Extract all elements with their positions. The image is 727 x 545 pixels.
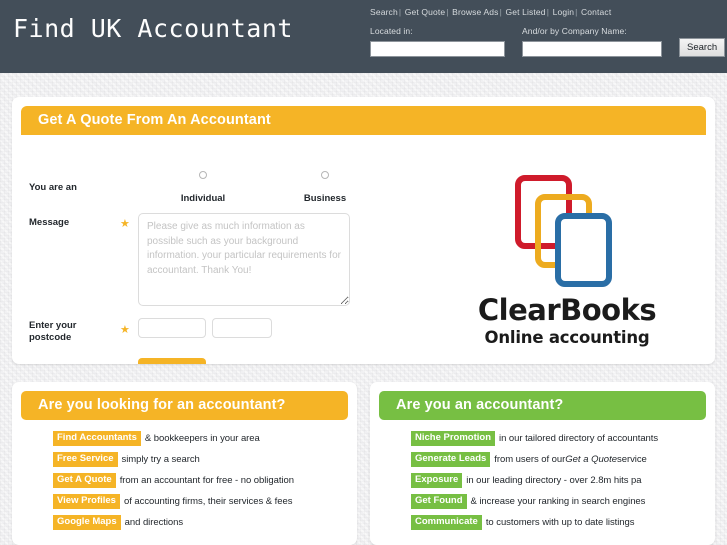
nav-link-login[interactable]: Login [553,7,575,17]
radio-option-business[interactable]: Business [290,171,360,206]
top-nav: Search| Get Quote| Browse Ads| Get Liste… [370,7,722,17]
feature-text-emphasis: Get a Quote [565,453,618,465]
feature-text: of accounting firms, their services & fe… [123,495,293,507]
clearbooks-name: ClearBooks [477,293,657,327]
get-a-quote-card: Get A Quote From An Accountant You are a… [12,97,715,364]
are-you-an-accountant-title: Are you an accountant? [379,391,706,420]
nav-separator: | [575,7,578,17]
radio-individual-label: Individual [180,193,226,204]
feature-text-tail: service [617,453,647,465]
feature-tag: Find Accountants [53,431,141,446]
are-you-an-accountant-panel: Are you an accountant? Niche Promotion i… [370,382,715,545]
feature-text: simply try a search [121,453,200,465]
looking-for-accountant-title: Are you looking for an accountant? [21,391,348,420]
panel-right-footer-links[interactable] [411,537,414,544]
clearbooks-ad[interactable]: ClearBooks Online accounting [442,175,692,347]
feature-tag: Get Found [411,493,467,509]
radio-option-individual[interactable]: Individual [168,171,238,206]
list-item[interactable]: Communicate to customers with up to date… [411,514,715,530]
feature-tag: Free Service [53,451,118,467]
postcode-input-part2[interactable] [212,318,272,338]
list-item[interactable]: Find Accountants & bookkeepers in your a… [53,431,357,446]
feature-text: from users of our [494,453,566,465]
list-item[interactable]: Niche Promotion in our tailored director… [411,431,715,446]
feature-tag: Google Maps [53,514,121,530]
message-textarea[interactable] [138,213,350,306]
required-star-icon: ★ [120,218,130,230]
feature-tag: Communicate [411,514,482,530]
feature-text: to customers with up to date listings [485,516,635,528]
radio-business-label: Business [303,193,347,204]
brand-title: Find UK Accountant [13,14,293,43]
nav-separator: | [499,7,502,17]
radio-individual-input[interactable] [199,171,207,179]
feature-text: & bookkeepers in your area [144,432,260,444]
nav-link-get-listed[interactable]: Get Listed [505,7,545,17]
panel-left-footer-links[interactable] [53,537,56,544]
feature-text: & increase your ranking in search engine… [470,495,646,507]
feature-tag: Generate Leads [411,451,491,467]
nav-link-search[interactable]: Search [370,7,398,17]
location-field-group: Located in: [370,26,505,57]
proceed-button[interactable]: Proceed [138,358,206,364]
nav-link-get-quote[interactable]: Get Quote [405,7,446,17]
postcode-input-part1[interactable] [138,318,206,338]
feature-text: in our leading directory - over 2.8m hit… [466,474,642,486]
nav-link-contact[interactable]: Contact [581,7,611,17]
feature-tag: View Profiles [53,493,120,509]
clearbooks-logo-icon [507,175,627,293]
feature-tag: Niche Promotion [411,431,496,446]
looking-for-accountant-panel: Are you looking for an accountant? Find … [12,382,357,545]
looking-for-accountant-list: Find Accountants & bookkeepers in your a… [12,431,357,530]
header-search-button[interactable]: Search [679,38,726,57]
list-item[interactable]: Get A Quote from an accountant for free … [53,472,357,488]
company-name-input[interactable] [522,41,662,57]
are-you-an-accountant-list: Niche Promotion in our tailored director… [370,431,715,530]
quote-form: You are an Individual Business Message ★… [12,135,715,364]
company-label: And/or by Company Name: [522,26,627,36]
site-header: Find UK Accountant Search| Get Quote| Br… [0,0,727,73]
required-star-icon: ★ [120,324,130,336]
feature-tag: Exposure [411,472,463,488]
header-search-row: Located in: And/or by Company Name: Sear… [370,26,726,68]
nav-separator: | [446,7,449,17]
location-label: Located in: [370,26,413,36]
list-item[interactable]: Get Found & increase your ranking in sea… [411,493,715,509]
header-controls: Search| Get Quote| Browse Ads| Get Liste… [370,7,726,68]
location-input[interactable] [370,41,505,57]
quote-card-title: Get A Quote From An Accountant [21,106,706,135]
feature-tag: Get A Quote [53,472,116,488]
logo-sheet-blue-icon [555,213,612,287]
nav-separator: | [398,7,402,17]
nav-separator: | [546,7,550,17]
nav-link-browse-ads[interactable]: Browse Ads [452,7,498,17]
clearbooks-tagline: Online accounting [484,327,650,347]
feature-text: and directions [124,516,184,528]
postcode-label: Enter your postcode [29,320,77,343]
feature-text: from an accountant for free - no obligat… [119,474,294,486]
you-are-an-label: You are an [29,182,77,193]
message-label: Message [29,217,70,228]
radio-business-input[interactable] [321,171,329,179]
list-item[interactable]: Exposure in our leading directory - over… [411,472,715,488]
list-item[interactable]: Google Maps and directions [53,514,357,530]
list-item[interactable]: Generate Leads from users of our Get a Q… [411,451,715,467]
feature-text: in our tailored directory of accountants [499,432,659,444]
list-item[interactable]: Free Service simply try a search [53,451,357,467]
company-field-group: And/or by Company Name: [522,26,662,57]
list-item[interactable]: View Profiles of accounting firms, their… [53,493,357,509]
